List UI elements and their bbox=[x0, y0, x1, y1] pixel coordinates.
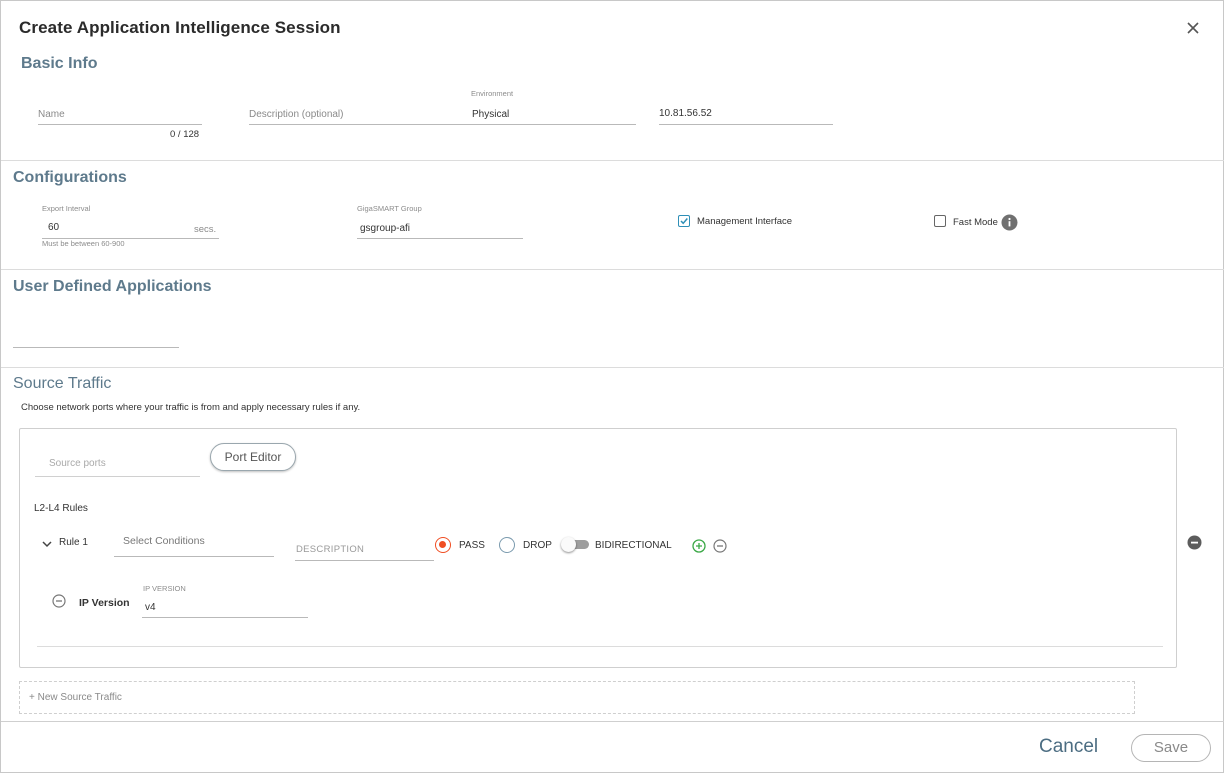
dialog: Create Application Intelligence Session … bbox=[0, 0, 1224, 773]
add-rule-icon[interactable] bbox=[692, 539, 706, 553]
divider bbox=[1, 367, 1224, 368]
management-interface-label: Management Interface bbox=[697, 216, 793, 227]
select-conditions-dropdown[interactable]: Select Conditions bbox=[114, 529, 274, 557]
environment-underline bbox=[471, 124, 636, 125]
rule-description-underline bbox=[295, 560, 434, 561]
export-interval-label: Export Interval bbox=[42, 204, 91, 213]
divider bbox=[1, 269, 1224, 270]
cancel-button[interactable]: Cancel bbox=[1039, 736, 1098, 758]
source-traffic-description: Choose network ports where your traffic … bbox=[21, 402, 361, 413]
gigasmart-group-select[interactable]: GigaSMART Group gsgroup-afi bbox=[357, 204, 523, 240]
gigasmart-group-value: gsgroup-afi bbox=[360, 223, 411, 234]
environment-select[interactable]: Environment Physical bbox=[471, 89, 636, 126]
ip-version-underline bbox=[142, 617, 308, 618]
divider bbox=[1, 160, 1224, 161]
source-ports-placeholder: Source ports bbox=[49, 458, 106, 469]
remove-condition-icon[interactable] bbox=[52, 594, 66, 608]
info-icon[interactable] bbox=[1001, 214, 1018, 231]
source-ports-input[interactable]: Source ports bbox=[35, 445, 200, 477]
description-field[interactable]: Description (optional) bbox=[249, 96, 475, 126]
name-counter: 0 / 128 bbox=[170, 129, 200, 140]
select-conditions-placeholder: Select Conditions bbox=[123, 535, 205, 547]
chevron-down-icon[interactable] bbox=[41, 537, 53, 549]
source-ports-underline bbox=[35, 476, 200, 477]
gigasmart-group-underline bbox=[357, 238, 523, 239]
check-icon bbox=[680, 218, 688, 225]
ip-version-select[interactable]: IP VERSION v4 bbox=[142, 584, 308, 619]
drop-radio[interactable] bbox=[499, 537, 515, 553]
export-interval-unit: secs. bbox=[194, 224, 217, 235]
environment-value: Physical bbox=[472, 109, 510, 120]
name-underline bbox=[38, 124, 202, 125]
source-traffic-title: Source Traffic bbox=[13, 375, 112, 392]
environment-label: Environment bbox=[471, 89, 514, 98]
pass-radio[interactable] bbox=[435, 537, 451, 553]
configurations-title: Configurations bbox=[13, 169, 127, 186]
bidirectional-toggle[interactable] bbox=[561, 537, 591, 553]
rule-description-input[interactable]: DESCRIPTION bbox=[295, 539, 434, 561]
export-interval-value: 60 bbox=[48, 222, 60, 233]
rule-description-placeholder: DESCRIPTION bbox=[296, 544, 365, 555]
footer-divider bbox=[1, 721, 1224, 722]
ip-version-value: v4 bbox=[145, 602, 156, 613]
ip-version-field-label: IP VERSION bbox=[143, 584, 186, 593]
description-underline bbox=[249, 124, 475, 125]
management-interface-checkbox[interactable] bbox=[678, 215, 690, 227]
new-source-traffic-label: + New Source Traffic bbox=[29, 692, 122, 703]
name-placeholder: Name bbox=[38, 109, 65, 120]
fast-mode-checkbox[interactable] bbox=[934, 215, 946, 227]
ip-version-label: IP Version bbox=[79, 597, 130, 609]
new-source-traffic-button[interactable]: + New Source Traffic bbox=[19, 681, 1135, 714]
rule-divider bbox=[37, 646, 1163, 647]
gigasmart-group-label: GigaSMART Group bbox=[357, 204, 422, 213]
ip-address-field[interactable]: 10.81.56.52 bbox=[659, 96, 833, 126]
user-defined-applications-input[interactable] bbox=[13, 347, 179, 348]
port-editor-button[interactable]: Port Editor bbox=[210, 443, 296, 471]
fast-mode-label: Fast Mode bbox=[953, 217, 998, 228]
select-conditions-underline bbox=[114, 556, 274, 557]
user-defined-applications-title: User Defined Applications bbox=[13, 278, 212, 295]
ip-address-underline bbox=[659, 124, 833, 125]
remove-rule-icon[interactable] bbox=[713, 539, 727, 553]
description-placeholder: Description (optional) bbox=[249, 109, 344, 120]
pass-label: PASS bbox=[459, 540, 485, 551]
remove-source-traffic-icon[interactable] bbox=[1187, 535, 1202, 550]
rule-label: Rule 1 bbox=[59, 537, 88, 548]
basic-info-title: Basic Info bbox=[21, 55, 98, 72]
dialog-title: Create Application Intelligence Session bbox=[19, 18, 341, 37]
ip-address-value: 10.81.56.52 bbox=[659, 108, 712, 119]
close-icon[interactable] bbox=[1184, 19, 1202, 37]
export-interval-hint: Must be between 60-900 bbox=[42, 239, 125, 248]
save-button[interactable]: Save bbox=[1131, 734, 1211, 762]
bidirectional-label: BIDIRECTIONAL bbox=[595, 540, 672, 551]
name-field[interactable]: Name bbox=[38, 96, 202, 126]
export-interval-field[interactable]: Export Interval 60 secs. bbox=[42, 204, 219, 240]
toggle-knob bbox=[561, 537, 576, 552]
source-traffic-panel: Source ports Port Editor L2-L4 Rules Rul… bbox=[19, 428, 1177, 668]
rules-title: L2-L4 Rules bbox=[34, 503, 88, 514]
drop-label: DROP bbox=[523, 540, 552, 551]
